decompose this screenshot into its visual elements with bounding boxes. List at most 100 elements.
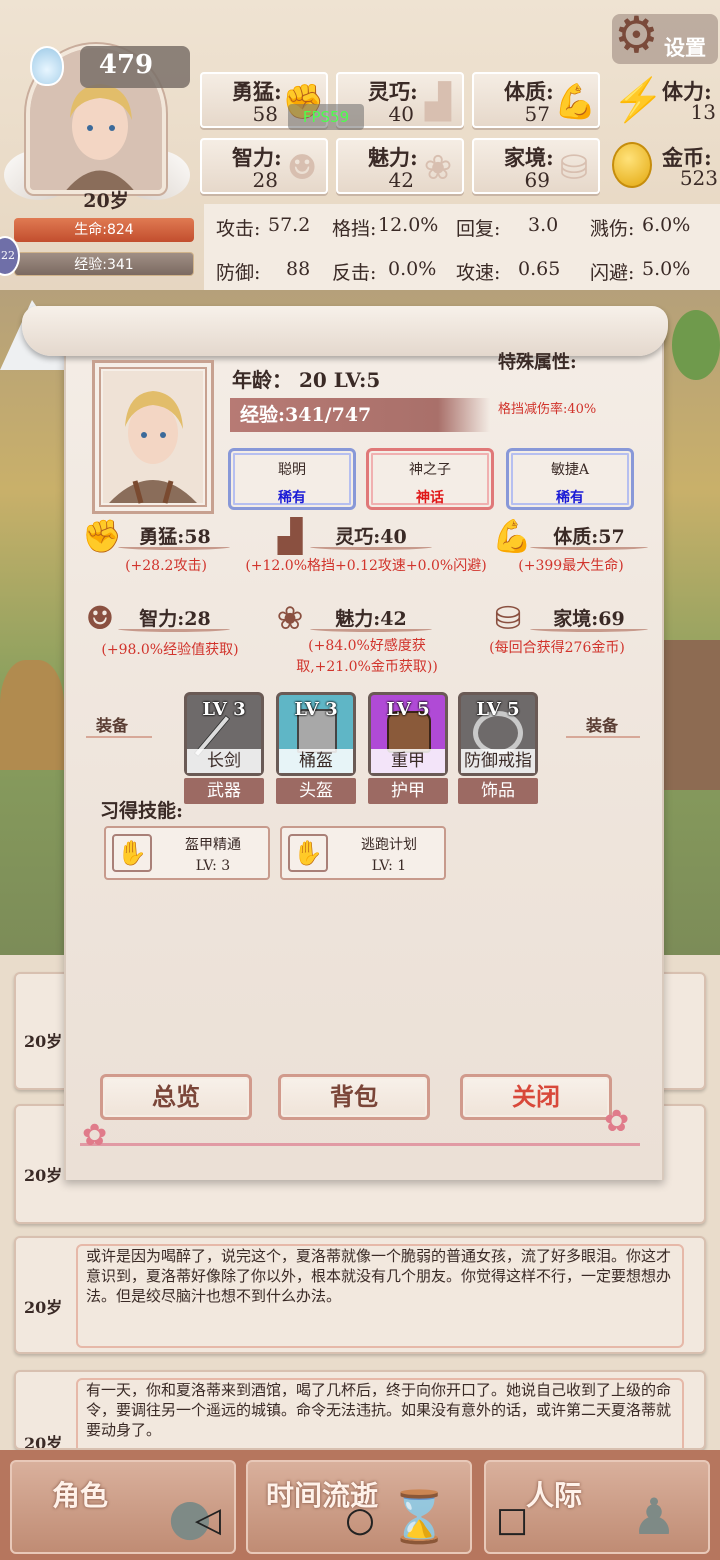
special-attribute-value: 格挡减伤率:40%: [498, 402, 597, 417]
combat-stat-splash-label: 溅伤:: [590, 218, 635, 240]
lightning-icon: ⚡: [612, 75, 665, 124]
experience-bar: 经验:341/747: [230, 398, 490, 432]
skill-name: 盔甲精通: [185, 837, 241, 853]
trait-rarity: 稀有: [556, 490, 584, 506]
log-text: 或许是因为喝醉了，说完这个，夏洛蒂就像一个脆弱的普通女孩，流了好多眼泪。你这才意…: [86, 1247, 672, 1305]
hp-bar: 生命:824: [14, 218, 194, 242]
equipment-type: 武器: [184, 778, 264, 804]
stat-card-constitution[interactable]: 体质: 57 💪: [472, 72, 600, 128]
log-age: 20岁: [24, 1166, 63, 1185]
trait-card[interactable]: 敏捷A 稀有: [506, 448, 634, 510]
trait-card[interactable]: 聪明 稀有: [228, 448, 356, 510]
attribute-underline: [118, 544, 230, 550]
skill-card[interactable]: ✋ 盔甲精通 LV: 3: [104, 826, 270, 880]
overview-button[interactable]: 总览: [100, 1074, 252, 1120]
combat-stat-attack-label: 攻击:: [216, 218, 261, 240]
attribute-underline: [118, 626, 230, 632]
equipment-name: 防御戒指: [461, 749, 535, 773]
exp-bar: 经验:341: [14, 252, 194, 276]
stat-card-family[interactable]: 家境: 69 ⛁: [472, 138, 600, 194]
trait-card[interactable]: 神之子 神话: [366, 448, 494, 510]
combat-stat-block-value: 12.0%: [378, 214, 439, 236]
combat-stat-regen-label: 回复:: [456, 218, 501, 240]
equip-divider-left: [86, 736, 152, 738]
close-button[interactable]: 关闭: [460, 1074, 612, 1120]
equip-divider-right: [566, 736, 640, 738]
back-icon[interactable]: ◁: [186, 1500, 230, 1544]
recents-icon[interactable]: □: [490, 1500, 534, 1544]
log-entry[interactable]: 20岁 有一天，你和夏洛蒂来到酒馆，喝了几杯后，终于向你开口了。她说自己收到了上…: [14, 1370, 706, 1450]
home-icon[interactable]: ○: [338, 1500, 382, 1544]
log-age: 20岁: [24, 1032, 63, 1051]
trait-name: 聪明: [278, 462, 306, 478]
bow-icon: ✿: [604, 1104, 630, 1139]
tab-label: 角色: [52, 1479, 109, 1512]
equipment-type: 头盔: [276, 778, 356, 804]
trait-rarity: 稀有: [278, 490, 306, 506]
skill-level: LV: 3: [195, 858, 231, 874]
stat-value: 58: [252, 102, 278, 126]
combat-stat-block-label: 格挡:: [332, 218, 377, 240]
coin-stack-icon: ⛁: [559, 148, 589, 188]
hand-axe-icon: ✋: [288, 834, 328, 872]
stat-card-charm[interactable]: 魅力: 42 ❀: [336, 138, 464, 194]
trait-rarity: 神话: [416, 490, 444, 506]
attribute-underline: [530, 544, 648, 550]
stat-value: 57: [524, 102, 550, 126]
tree-decoration: [672, 310, 720, 380]
combat-stat-counter-label: 反击:: [332, 262, 377, 284]
attribute-bonus: (+12.0%格挡+0.12攻速+0.0%闪避): [245, 558, 487, 574]
fist-icon: ✊: [82, 517, 122, 555]
stamina-value: 13: [690, 100, 716, 124]
hourglass-icon: ⌛: [388, 1488, 451, 1546]
tab-label: 人际: [526, 1479, 583, 1512]
equipment-level: LV 3: [294, 699, 338, 720]
brain-icon: ☻: [85, 599, 115, 637]
equipment-slot-accessory[interactable]: LV 5 防御戒指: [458, 692, 538, 776]
attribute-underline: [310, 544, 432, 550]
combat-stat-speed-value: 0.65: [518, 258, 561, 280]
log-entry[interactable]: 20岁 或许是因为喝醉了，说完这个，夏洛蒂就像一个脆弱的普通女孩，流了好多眼泪。…: [14, 1236, 706, 1354]
attribute-bonus: (+399最大生命): [518, 558, 624, 574]
equipment-slot-helmet[interactable]: LV 3 桶盔: [276, 692, 356, 776]
log-age: 20岁: [24, 1434, 63, 1450]
equipment-label-left: 装备: [96, 716, 129, 735]
settings-label[interactable]: 设置: [664, 32, 706, 62]
stat-card-intelligence[interactable]: 智力: 28 ☻: [200, 138, 328, 194]
equipment-name: 长剑: [187, 749, 261, 773]
people-icon: ♟: [631, 1488, 677, 1546]
stat-value: 42: [388, 168, 414, 192]
character-portrait: [92, 360, 214, 514]
arm-icon: 💪: [554, 82, 597, 122]
bag-button[interactable]: 背包: [278, 1074, 430, 1120]
stat-value: 28: [252, 168, 278, 192]
hand-axe-icon: ✋: [112, 834, 152, 872]
age-label: 20岁: [83, 190, 129, 212]
combat-stat-counter-value: 0.0%: [388, 258, 437, 280]
combat-stat-splash-value: 6.0%: [642, 214, 691, 236]
ribbon-decoration: [80, 1130, 640, 1146]
equipment-level: LV 3: [202, 699, 246, 720]
equipment-type: 饰品: [458, 778, 538, 804]
attribute-bonus: (每回合获得276金币): [489, 640, 625, 656]
cloak-icon: ▟: [424, 82, 452, 122]
equipment-slot-armor[interactable]: LV 5 重甲: [368, 692, 448, 776]
equipment-label-right: 装备: [586, 716, 619, 735]
gear-icon[interactable]: ⚙: [614, 10, 664, 60]
attribute-bonus: (+98.0%经验值获取): [101, 642, 239, 658]
skill-card[interactable]: ✋ 逃跑计划 LV: 1: [280, 826, 446, 880]
combat-stat-dodge-label: 闪避:: [590, 262, 635, 284]
equipment-level: LV 5: [476, 699, 520, 720]
equipment-level: LV 5: [386, 699, 430, 720]
soul-count: 479: [98, 50, 154, 80]
special-attributes-title: 特殊属性:: [498, 352, 577, 373]
age-level-text: 年龄： 20 LV:5: [232, 368, 381, 392]
flower-icon: ❀: [276, 599, 304, 637]
soul-icon: [30, 46, 64, 86]
equipment-slot-weapon[interactable]: LV 3 长剑: [184, 692, 264, 776]
log-age: 20岁: [24, 1298, 63, 1317]
combat-stat-defense-label: 防御:: [216, 262, 261, 284]
attribute-bonus: (+28.2攻击): [125, 558, 207, 574]
brain-icon: ☻: [286, 148, 318, 188]
attribute-bonus: (+84.0%好感度获取,+21.0%金币获取)): [296, 638, 438, 675]
